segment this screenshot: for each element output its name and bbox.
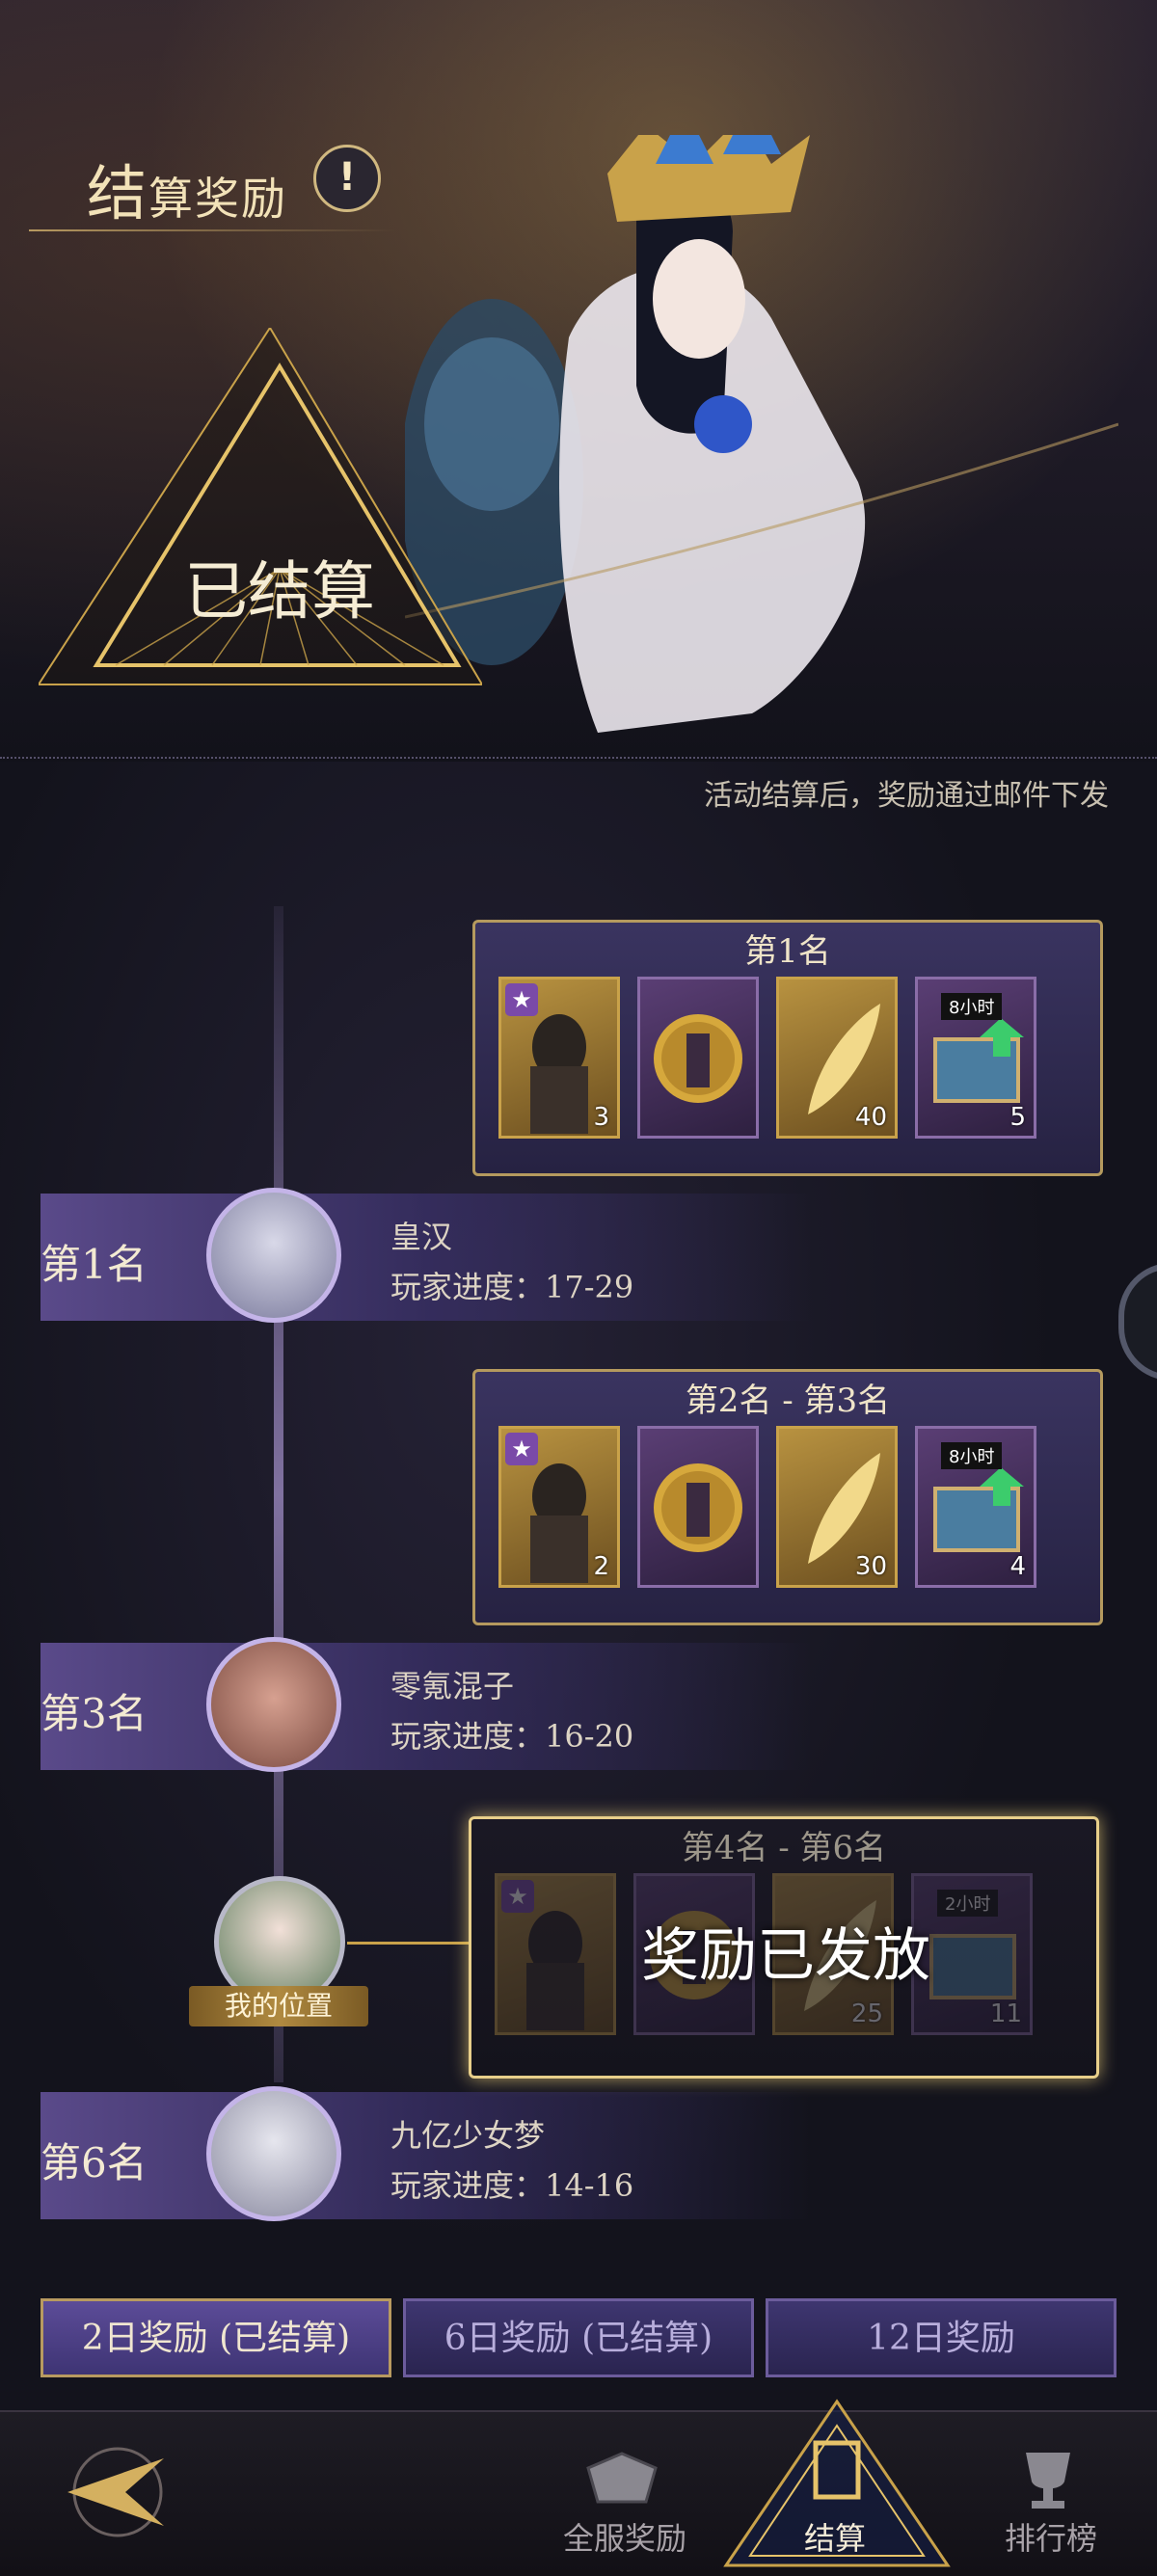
page-title: 结算奖励 [87,158,288,228]
reward-item-character-card[interactable]: ★ 3 [498,977,620,1139]
nav-ranking-label[interactable]: 排行榜 [1005,2514,1097,2559]
reward-item-feather[interactable]: 40 [776,977,898,1139]
all-server-reward-icon[interactable] [578,2449,665,2516]
reward-item-character-card[interactable]: ★ [495,1873,616,2035]
settled-status: 已结算 [184,554,375,629]
tab-day-12[interactable]: 12日奖励 [766,2298,1117,2377]
reward-panel-title: 第2名 - 第3名 [685,1382,891,1420]
reward-item-token[interactable] [637,977,759,1139]
my-position-connector [347,1942,471,1945]
divider [0,757,1157,759]
tab-day-2[interactable]: 2日奖励 (已结算) [40,2298,391,2377]
player-name: 皇汉 [390,1219,453,1255]
player-progress: 玩家进度：16-20 [390,1718,634,1755]
info-icon-button[interactable]: ! [313,145,381,212]
token-icon [654,1463,742,1552]
mail-notice: 活动结算后，奖励通过邮件下发 [704,779,1109,813]
title-underline [29,229,395,231]
player-name: 九亿少女梦 [390,2117,546,2154]
rank-label: 第6名 [40,2139,148,2187]
player-avatar[interactable] [206,1637,341,1772]
player-progress: 玩家进度：14-16 [390,2167,634,2204]
nav-all-server-label[interactable]: 全服奖励 [563,2514,686,2559]
my-position-label: 我的位置 [189,1986,368,2026]
player-avatar[interactable] [206,1188,341,1323]
reward-panel-title: 第4名 - 第6名 [681,1829,887,1867]
nav-settle-label[interactable]: 结算 [804,2514,866,2559]
player-name: 零氪混子 [390,1668,515,1704]
reward-item-token[interactable] [637,1426,759,1588]
star-icon: ★ [505,1433,538,1465]
star-icon: ★ [505,983,538,1016]
reward-panel: 第2名 - 第3名 ★ 2 30 8小时 4 [472,1369,1103,1625]
reward-item-feather[interactable]: 30 [776,1426,898,1588]
reward-item-chest[interactable]: 8小时 5 [915,977,1036,1139]
reward-panel: 第1名 ★ 3 40 8小时 5 [472,920,1103,1176]
character-illustration [405,135,1118,733]
reward-item-chest[interactable]: 8小时 4 [915,1426,1036,1588]
token-icon [654,1014,742,1103]
rank-label: 第3名 [40,1690,148,1737]
reward-issued-overlay: 奖励已发放 [641,1922,930,1990]
star-icon: ★ [501,1880,534,1913]
rank-label: 第1名 [40,1241,148,1288]
back-arrow-icon[interactable] [58,2439,174,2545]
reward-item-character-card[interactable]: ★ 2 [498,1426,620,1588]
settled-triangle-emblem [39,328,482,685]
player-avatar[interactable] [206,2086,341,2221]
player-progress: 玩家进度：17-29 [390,1269,634,1305]
tab-day-6[interactable]: 6日奖励 (已结算) [403,2298,754,2377]
reward-panel-title: 第1名 [744,932,831,971]
trophy-icon[interactable] [1014,2445,1082,2512]
